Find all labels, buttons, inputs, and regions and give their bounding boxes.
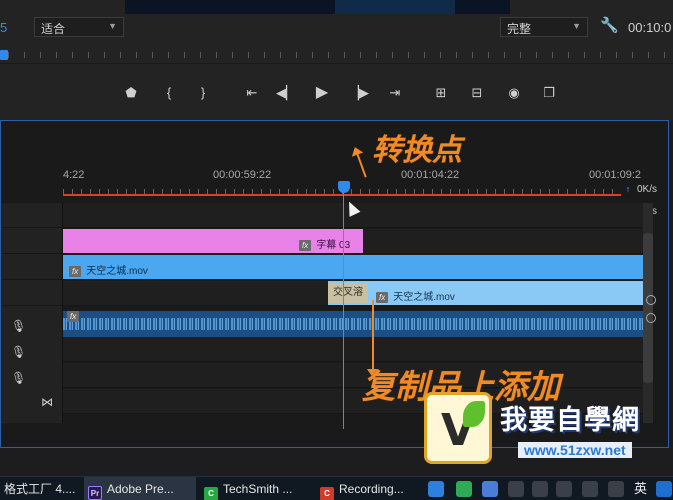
arrow-up-icon: ↑ — [625, 184, 631, 194]
logo-badge: V — [424, 392, 492, 464]
track-header-v1 — [1, 255, 63, 280]
duration-timecode: 00:10:0 — [628, 20, 672, 35]
scrollbar-thumb[interactable] — [643, 233, 653, 383]
video-clip[interactable]: fx 天空之城.mov — [63, 255, 643, 279]
master-track-icon[interactable]: ⋈ — [41, 395, 53, 409]
wifi-icon[interactable] — [608, 481, 624, 497]
recorder-icon: C — [320, 487, 334, 500]
zoom-handle[interactable] — [646, 313, 656, 323]
step-back-button[interactable]: ◀▏ — [275, 84, 297, 102]
quality-dropdown-value: 完整 — [507, 22, 532, 36]
mic-icon[interactable]: 🎙 — [11, 345, 26, 359]
taskbar-item-techsmith[interactable]: C TechSmith ... — [200, 477, 312, 500]
timeline-playhead[interactable] — [338, 181, 350, 193]
taskbar-item-premiere[interactable]: Pr Adobe Pre... — [84, 477, 196, 500]
taskbar-item-recording[interactable]: C Recording... — [316, 477, 416, 500]
render-bar — [63, 194, 621, 196]
step-forward-button[interactable]: ▕▶ — [348, 84, 370, 102]
premiere-icon: Pr — [88, 486, 102, 500]
compare-button[interactable]: ❐ — [538, 84, 560, 102]
network-icon[interactable] — [532, 481, 548, 497]
watermark-brand: 我要自學網 — [500, 405, 640, 435]
add-marker-button[interactable]: ⬟ — [120, 84, 142, 102]
title-clip-label: 字幕 03 — [316, 240, 351, 251]
upload-speed: ↑ 0K/s — [619, 184, 671, 204]
battery-icon[interactable] — [556, 481, 572, 497]
mark-in-button[interactable]: { — [158, 84, 180, 102]
title-clip[interactable]: fx 字幕 03 — [63, 229, 363, 253]
input-method-indicator[interactable]: 英 — [634, 477, 647, 500]
playback-quality-dropdown[interactable]: 完整 ▼ — [500, 17, 588, 37]
cross-dissolve-transition[interactable]: 交叉溶 — [328, 283, 368, 303]
ruler-label: 00:01:04:22 — [401, 169, 460, 181]
ruler-label: 4:22 — [63, 169, 85, 181]
transport-controls: ⬟ { } ⇤ ◀▏ ▶ ▕▶ ⇥ ⊞ ⊟ ◉ ❐ — [0, 64, 673, 120]
monitor-playhead[interactable] — [0, 50, 8, 60]
chevron-down-icon: ▼ — [108, 21, 117, 31]
leaf-icon — [463, 401, 485, 427]
watermark-logo: V 我要自學網 www.51zxw.net — [418, 392, 673, 470]
fit-dropdown[interactable]: 适合 ▼ — [34, 17, 124, 37]
shield-icon[interactable] — [508, 481, 524, 497]
export-frame-button[interactable]: ◉ — [503, 84, 525, 102]
mic-icon[interactable]: 🎙 — [11, 371, 26, 385]
notification-icon[interactable] — [656, 481, 672, 497]
video-clip-label: 天空之城.mov — [393, 292, 455, 303]
track-header-v3 — [1, 203, 63, 228]
program-monitor-header: 5 适合 ▼ 完整 ▼ 🔧 00:10:0 — [0, 0, 673, 46]
watermark-url: www.51zxw.net — [518, 442, 632, 458]
annotation-transition-point: 转换点 — [372, 133, 462, 168]
video-preview-edge — [125, 0, 510, 14]
track-header-v0 — [1, 281, 63, 306]
video-clip-label: 天空之城.mov — [86, 266, 148, 277]
fx-badge: fx — [376, 292, 389, 303]
go-to-in-button[interactable]: ⇤ — [241, 84, 263, 102]
track-header-v2 — [1, 229, 63, 254]
taskbar-item-format-factory[interactable]: 格式工厂 4.... — [0, 477, 78, 500]
monitor-time-ruler[interactable] — [0, 46, 673, 64]
ruler-ticks — [8, 52, 673, 58]
upload-speed-value: 0K/s — [637, 184, 658, 195]
zoom-handle[interactable] — [646, 295, 656, 305]
volume-icon[interactable] — [582, 481, 598, 497]
tray-app-icon[interactable] — [456, 481, 472, 497]
track-row — [63, 337, 643, 362]
audio-clip[interactable]: fx — [63, 311, 643, 337]
track-headers: 🎙 🎙 🎙 ⋈ — [1, 203, 63, 423]
chevron-down-icon: ▼ — [572, 21, 581, 31]
fit-dropdown-value: 适合 — [41, 22, 66, 36]
ruler-label: 00:01:09:2 — [589, 169, 641, 181]
monitor-timecode[interactable]: 5 — [0, 20, 7, 35]
taskbar-item-label: TechSmith ... — [223, 482, 293, 496]
ruler-label: 00:00:59:22 — [213, 169, 272, 181]
video-clip-copy[interactable]: fx 天空之城.mov — [328, 281, 643, 305]
mark-out-button[interactable]: } — [192, 84, 214, 102]
wrench-icon[interactable]: 🔧 — [600, 16, 619, 34]
audio-waveform — [63, 318, 643, 330]
bluetooth-icon[interactable] — [482, 481, 498, 497]
extract-button[interactable]: ⊟ — [466, 84, 488, 102]
taskbar-item-label: Adobe Pre... — [107, 482, 174, 496]
lift-button[interactable]: ⊞ — [430, 84, 452, 102]
go-to-out-button[interactable]: ⇥ — [384, 84, 406, 102]
mic-icon[interactable]: 🎙 — [11, 319, 26, 333]
fx-badge: fx — [299, 240, 312, 251]
windows-taskbar: 格式工厂 4.... Pr Adobe Pre... C TechSmith ...… — [0, 476, 673, 500]
playhead-line — [343, 193, 344, 429]
taskbar-item-label: Recording... — [339, 482, 404, 496]
taskbar-item-label: 格式工厂 4.... — [4, 482, 76, 496]
play-button[interactable]: ▶ — [311, 84, 333, 102]
camtasia-icon: C — [204, 487, 218, 500]
fx-badge: fx — [69, 266, 82, 277]
fx-badge: fx — [67, 311, 80, 322]
security-shield-icon[interactable] — [428, 481, 444, 497]
